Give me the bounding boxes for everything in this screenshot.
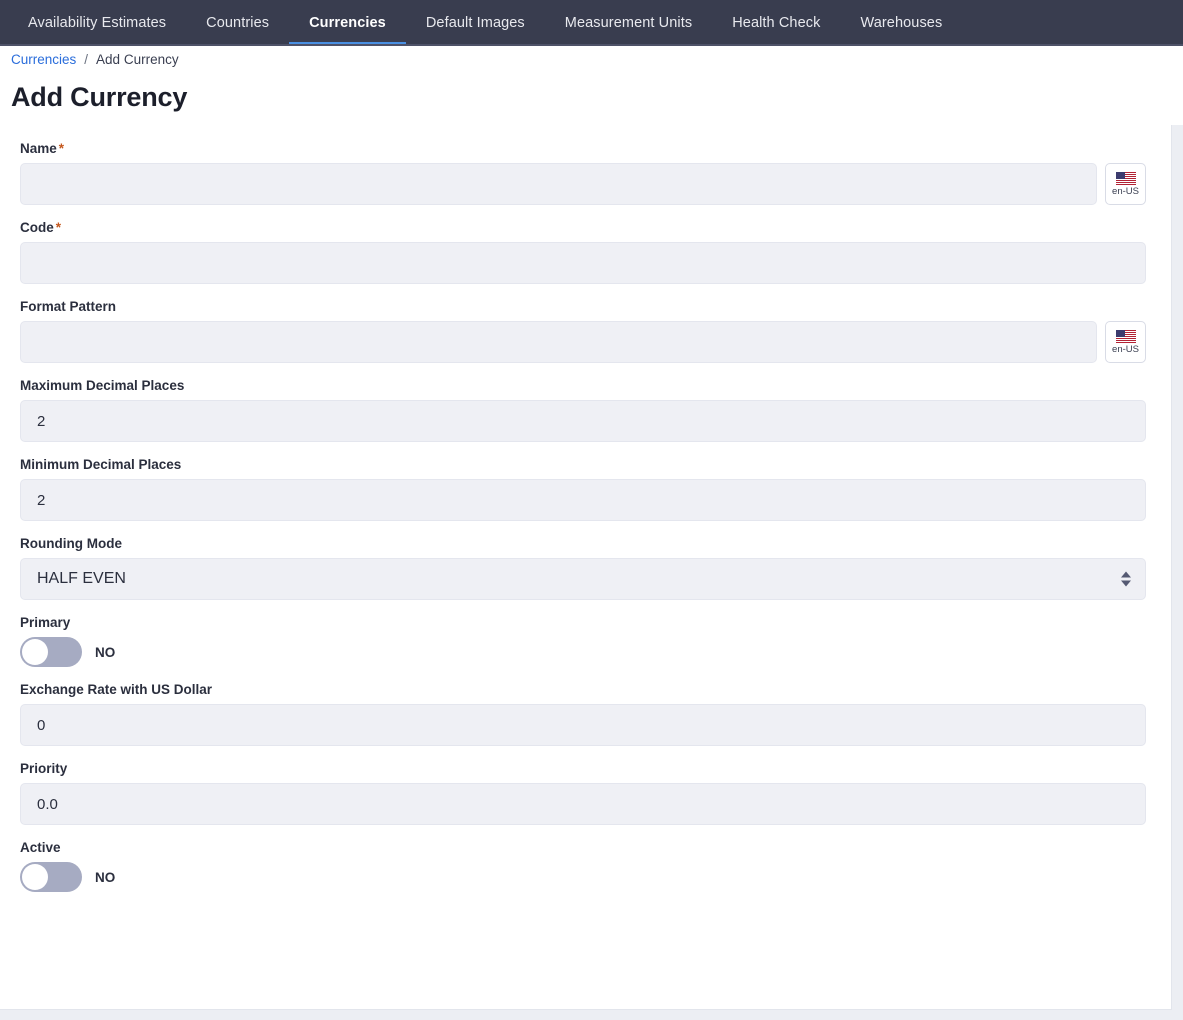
us-flag-icon bbox=[1115, 329, 1136, 343]
page-title: Add Currency bbox=[11, 82, 188, 112]
field-primary-label: Primary bbox=[20, 615, 71, 630]
primary-toggle-state: NO bbox=[95, 644, 116, 660]
field-priority: Priority bbox=[20, 761, 1146, 825]
field-rounding-mode-label: Rounding Mode bbox=[20, 536, 122, 551]
required-asterisk: * bbox=[58, 141, 65, 156]
name-input[interactable] bbox=[20, 163, 1097, 205]
breadcrumb-current-page: Add Currency bbox=[96, 52, 179, 67]
primary-toggle[interactable] bbox=[20, 637, 82, 667]
rounding-mode-select-wrapper: HALF EVEN bbox=[20, 558, 1146, 600]
active-toggle[interactable] bbox=[20, 862, 82, 892]
field-name: Name * en-US bbox=[20, 141, 1146, 205]
field-format-pattern-label: Format Pattern bbox=[20, 299, 117, 314]
field-maximum-decimal-places-label: Maximum Decimal Places bbox=[20, 378, 185, 393]
field-code-label-text: Code bbox=[20, 220, 54, 235]
nav-tab-label: Currencies bbox=[309, 15, 386, 31]
field-exchange-rate: Exchange Rate with US Dollar bbox=[20, 682, 1146, 746]
field-minimum-decimal-places-label: Minimum Decimal Places bbox=[20, 457, 182, 472]
format-pattern-input[interactable] bbox=[20, 321, 1097, 363]
exchange-rate-input[interactable] bbox=[20, 704, 1146, 746]
field-active-label: Active bbox=[20, 840, 61, 855]
nav-tab-label: Measurement Units bbox=[564, 15, 693, 31]
nav-tab-default-images[interactable]: Default Images bbox=[406, 0, 545, 46]
nav-tab-availability-estimates[interactable]: Availability Estimates bbox=[8, 0, 186, 46]
main-navigation-bar: Availability Estimates Countries Currenc… bbox=[0, 0, 1183, 46]
rounding-mode-select[interactable]: HALF EVEN bbox=[20, 558, 1146, 600]
format-pattern-locale-badge[interactable]: en-US bbox=[1105, 321, 1146, 363]
priority-input[interactable] bbox=[20, 783, 1146, 825]
currency-form-card: Name * en-US Code * Format Pattern en-US… bbox=[0, 125, 1172, 1010]
active-toggle-state: NO bbox=[95, 869, 116, 885]
field-active: Active NO bbox=[20, 840, 1146, 892]
nav-tab-label: Health Check bbox=[732, 15, 821, 31]
code-input[interactable] bbox=[20, 242, 1146, 284]
format-pattern-locale-code: en-US bbox=[1112, 343, 1139, 355]
breadcrumb-link-currencies[interactable]: Currencies bbox=[11, 52, 76, 67]
name-locale-badge[interactable]: en-US bbox=[1105, 163, 1146, 205]
name-locale-code: en-US bbox=[1112, 185, 1139, 197]
field-rounding-mode: Rounding Mode HALF EVEN bbox=[20, 536, 1146, 600]
required-asterisk: * bbox=[55, 220, 62, 235]
field-exchange-rate-label: Exchange Rate with US Dollar bbox=[20, 682, 213, 697]
rounding-mode-selected-value: HALF EVEN bbox=[37, 570, 126, 587]
minimum-decimal-places-input[interactable] bbox=[20, 479, 1146, 521]
form-card-container: Name * en-US Code * Format Pattern en-US… bbox=[0, 125, 1183, 1020]
nav-bottom-strip bbox=[0, 44, 1183, 46]
nav-tab-label: Availability Estimates bbox=[28, 15, 167, 31]
field-maximum-decimal-places: Maximum Decimal Places bbox=[20, 378, 1146, 442]
field-primary: Primary NO bbox=[20, 615, 1146, 667]
field-name-label-text: Name bbox=[20, 141, 57, 156]
breadcrumb-separator: / bbox=[84, 52, 89, 67]
field-priority-label: Priority bbox=[20, 761, 68, 776]
us-flag-icon bbox=[1115, 171, 1136, 185]
nav-tab-currencies[interactable]: Currencies bbox=[289, 0, 406, 46]
primary-toggle-knob bbox=[22, 639, 48, 665]
active-toggle-knob bbox=[22, 864, 48, 890]
nav-tab-countries[interactable]: Countries bbox=[186, 0, 289, 46]
field-format-pattern: Format Pattern en-US bbox=[20, 299, 1146, 363]
nav-tab-label: Warehouses bbox=[860, 15, 943, 31]
nav-tab-health-check[interactable]: Health Check bbox=[712, 0, 840, 46]
field-code-label: Code * bbox=[20, 220, 1146, 235]
field-code: Code * bbox=[20, 220, 1146, 284]
maximum-decimal-places-input[interactable] bbox=[20, 400, 1146, 442]
nav-tab-warehouses[interactable]: Warehouses bbox=[840, 0, 962, 46]
breadcrumb: Currencies / Add Currency bbox=[0, 46, 1183, 73]
nav-tab-label: Countries bbox=[206, 15, 270, 31]
nav-tab-label: Default Images bbox=[425, 15, 525, 31]
field-minimum-decimal-places: Minimum Decimal Places bbox=[20, 457, 1146, 521]
nav-tab-measurement-units[interactable]: Measurement Units bbox=[545, 0, 712, 46]
field-name-label: Name * bbox=[20, 141, 1146, 156]
